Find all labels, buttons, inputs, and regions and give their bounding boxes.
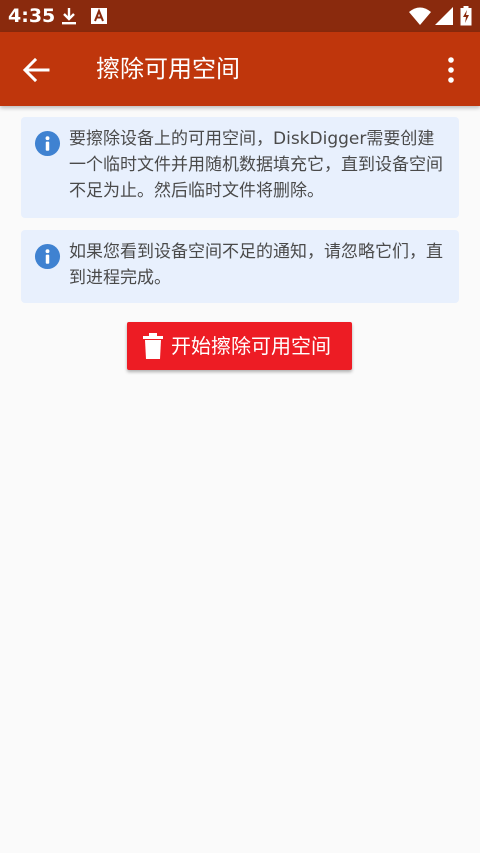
- wifi-icon: [409, 7, 431, 25]
- status-time: 4:35: [8, 5, 56, 27]
- start-wipe-button-label: 开始擦除可用空间: [171, 334, 331, 358]
- trash-icon: [143, 333, 163, 359]
- start-wipe-button[interactable]: 开始擦除可用空间: [127, 322, 352, 370]
- info-card-notice: 如果您看到设备空间不足的通知，请忽略它们，直到进程完成。: [21, 230, 459, 303]
- info-icon: [34, 243, 61, 270]
- info-icon: [34, 130, 61, 157]
- info-card-text: 要擦除设备上的可用空间，DiskDigger需要创建一个临时文件并用随机数据填充…: [69, 129, 443, 201]
- status-bar: 4:35: [0, 0, 480, 32]
- page-title: 擦除可用空间: [96, 55, 240, 83]
- battery-charging-icon: [460, 6, 472, 26]
- info-card-wipe: 要擦除设备上的可用空间，DiskDigger需要创建一个临时文件并用随机数据填充…: [21, 117, 459, 218]
- download-icon: [62, 8, 76, 25]
- back-button[interactable]: [18, 51, 56, 89]
- app-bar: 擦除可用空间: [0, 32, 480, 106]
- font-a-icon: [91, 8, 107, 24]
- signal-icon: [435, 7, 453, 25]
- more-options-button[interactable]: [436, 51, 466, 89]
- info-card-text: 如果您看到设备空间不足的通知，请忽略它们，直到进程完成。: [69, 242, 443, 288]
